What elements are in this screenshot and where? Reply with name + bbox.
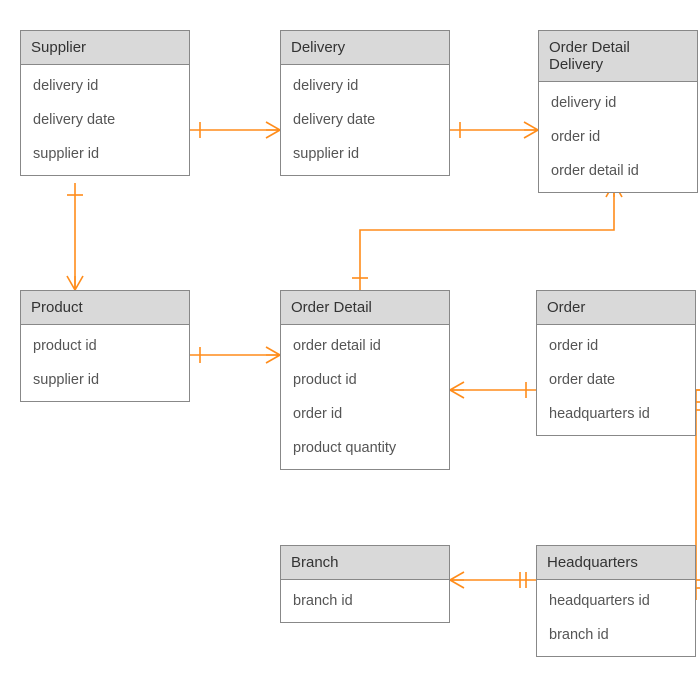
entity-attr: delivery id: [281, 69, 449, 103]
entity-attr: delivery id: [539, 86, 697, 120]
entity-title: Branch: [281, 546, 449, 580]
entity-attr: order detail id: [539, 154, 697, 188]
entity-attr: product quantity: [281, 431, 449, 465]
entity-title: Order Detail Delivery: [539, 31, 697, 82]
entity-title: Product: [21, 291, 189, 325]
entity-attr: product id: [281, 363, 449, 397]
entity-order-detail-delivery: Order Detail Delivery delivery id order …: [538, 30, 698, 193]
entity-attr: order id: [537, 329, 695, 363]
entity-title: Delivery: [281, 31, 449, 65]
entity-attr: supplier id: [21, 137, 189, 171]
entity-product: Product product id supplier id: [20, 290, 190, 402]
entity-title: Headquarters: [537, 546, 695, 580]
entity-attr: order id: [281, 397, 449, 431]
entity-attr: product id: [21, 329, 189, 363]
entity-title: Order: [537, 291, 695, 325]
entity-order: Order order id order date headquarters i…: [536, 290, 696, 436]
entity-attr: branch id: [281, 584, 449, 618]
entity-attr: order id: [539, 120, 697, 154]
entity-delivery: Delivery delivery id delivery date suppl…: [280, 30, 450, 176]
entity-attr: headquarters id: [537, 584, 695, 618]
entity-attr: headquarters id: [537, 397, 695, 431]
entity-order-detail: Order Detail order detail id product id …: [280, 290, 450, 470]
entity-headquarters: Headquarters headquarters id branch id: [536, 545, 696, 657]
entity-attr: supplier id: [21, 363, 189, 397]
entity-title: Supplier: [21, 31, 189, 65]
entity-title: Order Detail: [281, 291, 449, 325]
entity-attr: supplier id: [281, 137, 449, 171]
entity-supplier: Supplier delivery id delivery date suppl…: [20, 30, 190, 176]
entity-attr: delivery date: [281, 103, 449, 137]
entity-attr: branch id: [537, 618, 695, 652]
entity-attr: delivery date: [21, 103, 189, 137]
entity-attr: delivery id: [21, 69, 189, 103]
entity-branch: Branch branch id: [280, 545, 450, 623]
entity-attr: order detail id: [281, 329, 449, 363]
entity-attr: order date: [537, 363, 695, 397]
